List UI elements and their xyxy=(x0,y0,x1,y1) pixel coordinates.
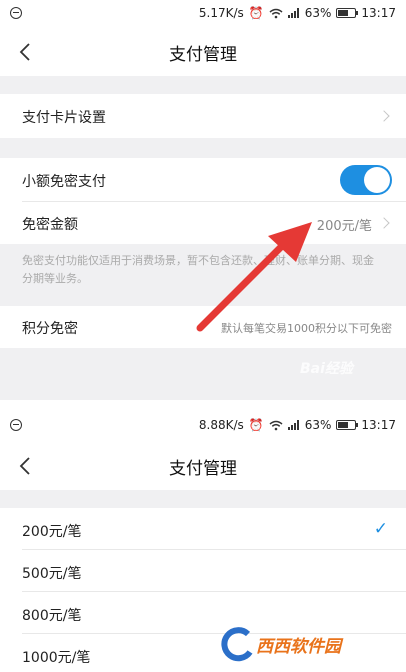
chevron-right-icon xyxy=(378,110,390,122)
xixi-logo-icon xyxy=(221,627,253,662)
selected-check-icon: ✓ xyxy=(373,519,388,539)
notification-icon xyxy=(10,419,22,431)
xixi-watermark: 西西软件园 xyxy=(218,624,398,664)
screen-separator xyxy=(0,400,406,410)
amount-option-label: 1000元/笔 xyxy=(22,650,91,666)
free-amount-label: 免密金额 xyxy=(22,217,78,233)
section-gap xyxy=(0,490,406,508)
clock: 13:17 xyxy=(361,418,396,432)
free-pay-note: 免密支付功能仅适用于消费场景，暂不包含还款、理财、账单分期、现金分期等业务。 xyxy=(0,244,406,306)
baidu-watermark: Bai经验 xyxy=(300,361,353,377)
amount-option[interactable]: 200元/笔 ✓ xyxy=(0,508,406,550)
xixi-watermark-text: 西西软件园 xyxy=(256,637,341,657)
free-amount-value: 200元/笔 xyxy=(316,219,372,234)
nav-bar: 支付管理 xyxy=(0,442,406,490)
points-free-value: 默认每笔交易1000积分以下可免密 xyxy=(221,322,392,335)
section-gap xyxy=(0,76,406,94)
small-free-pay-label: 小额免密支付 xyxy=(22,174,106,190)
battery-icon xyxy=(336,420,359,430)
points-free-label: 积分免密 xyxy=(22,321,78,337)
alarm-icon: ⏰ xyxy=(248,6,264,20)
network-speed: 8.88K/s xyxy=(198,418,244,432)
page-title: 支付管理 xyxy=(169,45,237,65)
signal-icon xyxy=(287,420,299,430)
battery-percent: 63% xyxy=(304,418,332,432)
free-amount-row[interactable]: 免密金额 200元/笔 xyxy=(0,202,406,244)
alarm-icon: ⏰ xyxy=(248,418,264,432)
status-bar: 8.88K/s ⏰ 63% 13:17 xyxy=(0,412,406,440)
amount-option[interactable]: 500元/笔 xyxy=(0,550,406,592)
battery-icon xyxy=(336,8,359,18)
signal-icon xyxy=(287,8,299,18)
points-free-row: 积分免密 默认每笔交易1000积分以下可免密 xyxy=(0,306,406,348)
toggle-knob xyxy=(364,167,390,193)
status-bar: 5.17K/s ⏰ 63% 13:17 xyxy=(0,0,406,28)
clock: 13:17 xyxy=(361,6,396,20)
small-free-pay-toggle[interactable] xyxy=(340,165,392,195)
wifi-icon xyxy=(269,8,283,18)
network-speed: 5.17K/s xyxy=(198,6,244,20)
battery-percent: 63% xyxy=(304,6,332,20)
card-settings-row[interactable]: 支付卡片设置 xyxy=(0,94,406,138)
notification-icon xyxy=(10,7,22,19)
nav-bar: 支付管理 xyxy=(0,28,406,76)
amount-option-label: 500元/笔 xyxy=(22,566,82,582)
small-free-pay-row: 小额免密支付 xyxy=(0,158,406,202)
amount-option-label: 800元/笔 xyxy=(22,608,82,624)
card-settings-label: 支付卡片设置 xyxy=(22,110,106,126)
chevron-right-icon xyxy=(378,217,390,229)
wifi-icon xyxy=(269,420,283,430)
section-gap xyxy=(0,138,406,158)
page-title: 支付管理 xyxy=(169,459,237,479)
amount-option-label: 200元/笔 xyxy=(22,524,82,540)
